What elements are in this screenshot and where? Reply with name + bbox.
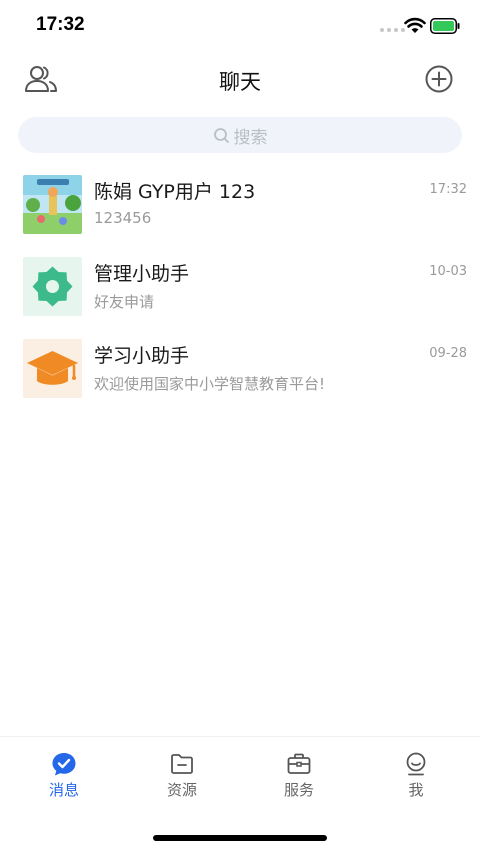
briefcase-icon bbox=[287, 753, 311, 774]
chat-preview: 123456 bbox=[94, 209, 152, 227]
tab-label: 消息 bbox=[48, 781, 79, 799]
chat-bubble-check-icon bbox=[52, 753, 76, 776]
search-input[interactable]: 搜索 bbox=[18, 117, 462, 153]
chat-time: 10-03 bbox=[429, 264, 467, 279]
chat-preview: 欢迎使用国家中小学智慧教育平台! bbox=[94, 375, 326, 393]
status-bar: 17:32 bbox=[0, 0, 480, 52]
wifi-icon bbox=[404, 17, 426, 33]
chat-preview: 好友申请 bbox=[94, 293, 155, 311]
photo-avatar bbox=[23, 175, 82, 234]
chat-item[interactable]: 管理小助手 好友申请 10-03 bbox=[0, 247, 480, 329]
graduation-cap-icon bbox=[23, 339, 82, 398]
chat-name: 学习小助手 bbox=[94, 345, 190, 367]
chat-name: 陈娟 GYP用户 123 bbox=[94, 181, 256, 203]
page-title: 聊天 bbox=[219, 70, 261, 94]
battery-icon bbox=[430, 18, 460, 34]
search-icon bbox=[213, 127, 229, 143]
chat-time: 17:32 bbox=[429, 182, 467, 197]
home-indicator bbox=[153, 835, 327, 841]
chat-screen: 17:32 聊天 搜索 陈娟 GYP用户 123 123456 17:32 管理… bbox=[0, 0, 480, 853]
tab-messages[interactable]: 消息 bbox=[24, 747, 104, 807]
chat-time: 09-28 bbox=[429, 346, 467, 361]
tab-label: 服务 bbox=[283, 781, 314, 799]
chat-name: 管理小助手 bbox=[94, 263, 190, 285]
add-circle-icon[interactable] bbox=[424, 64, 454, 94]
search-placeholder: 搜索 bbox=[233, 127, 268, 148]
tab-me[interactable]: 我 bbox=[376, 747, 456, 807]
chat-item[interactable]: 学习小助手 欢迎使用国家中小学智慧教育平台! 09-28 bbox=[0, 329, 480, 411]
tab-services[interactable]: 服务 bbox=[259, 747, 339, 807]
tab-resources[interactable]: 资源 bbox=[142, 747, 222, 807]
gear-badge-icon bbox=[23, 257, 82, 316]
header: 聊天 bbox=[0, 52, 480, 108]
user-face-icon bbox=[406, 752, 426, 776]
chat-item[interactable]: 陈娟 GYP用户 123 123456 17:32 bbox=[0, 165, 480, 247]
folder-icon bbox=[171, 754, 193, 774]
status-time: 17:32 bbox=[36, 14, 85, 35]
tab-label: 资源 bbox=[166, 781, 197, 799]
tab-label: 我 bbox=[408, 781, 424, 799]
cellular-signal-icon bbox=[380, 28, 405, 32]
chat-list: 陈娟 GYP用户 123 123456 17:32 管理小助手 好友申请 10-… bbox=[0, 165, 480, 411]
